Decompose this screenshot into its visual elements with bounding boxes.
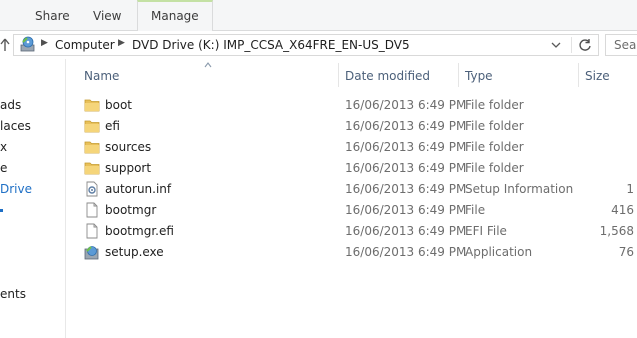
file-size: 1 — [626, 182, 634, 196]
dvd-drive-icon — [20, 36, 35, 52]
column-divider[interactable] — [338, 63, 339, 87]
file-row[interactable]: sources 16/06/2013 6:49 PM File folder — [66, 137, 637, 158]
column-headers: Name Date modified Type Size — [66, 62, 637, 88]
nav-item-dvd-drive[interactable]: Drive — [0, 180, 32, 198]
file-type: File — [465, 203, 486, 217]
sort-ascending-icon — [204, 62, 212, 68]
up-arrow-icon[interactable] — [0, 38, 10, 52]
file-name: efi — [105, 119, 120, 133]
file-name: support — [105, 161, 152, 175]
divider — [571, 37, 572, 53]
nav-item-e[interactable]: e — [0, 159, 7, 177]
file-row[interactable]: efi 16/06/2013 6:49 PM File folder — [66, 116, 637, 137]
file-row[interactable]: support 16/06/2013 6:49 PM File folder — [66, 158, 637, 179]
file-type: Application — [465, 245, 533, 259]
folder-icon — [84, 99, 100, 112]
breadcrumb-computer[interactable]: Computer — [55, 38, 115, 52]
column-header-size[interactable]: Size — [585, 62, 610, 88]
navigation-pane: ads laces x e Drive ents — [0, 59, 66, 338]
file-row[interactable]: boot 16/06/2013 6:49 PM File folder — [66, 95, 637, 116]
file-name: setup.exe — [105, 245, 164, 259]
file-row[interactable]: bootmgr.efi 16/06/2013 6:49 PM EFI File 1,5… — [66, 221, 637, 242]
file-name: boot — [105, 98, 133, 112]
file-name: sources — [105, 140, 152, 154]
file-name: bootmgr — [105, 203, 157, 217]
file-size: 416 — [611, 203, 634, 217]
folder-icon — [84, 120, 100, 133]
file-name: autorun.inf — [105, 182, 172, 196]
file-type: File folder — [465, 161, 524, 175]
folder-icon — [84, 141, 100, 154]
file-type: File folder — [465, 119, 524, 133]
breadcrumb-separator-icon[interactable]: ▶ — [41, 38, 48, 48]
file-date-modified: 16/06/2013 6:49 PM — [345, 245, 467, 259]
search-placeholder: Sear — [614, 38, 637, 52]
settings-file-icon — [86, 181, 98, 197]
tab-share[interactable]: Share — [35, 7, 70, 25]
file-date-modified: 16/06/2013 6:49 PM — [345, 119, 467, 133]
column-divider[interactable] — [578, 63, 579, 87]
column-header-type[interactable]: Type — [465, 62, 493, 88]
tab-manage-label: Manage — [151, 9, 199, 23]
file-type: Setup Information — [465, 182, 574, 196]
folder-icon — [84, 162, 100, 175]
file-row[interactable]: bootmgr 16/06/2013 6:49 PM File 416 — [66, 200, 637, 221]
refresh-icon[interactable] — [578, 38, 592, 52]
tab-manage[interactable]: Manage — [137, 0, 213, 31]
file-date-modified: 16/06/2013 6:49 PM — [345, 182, 467, 196]
file-icon — [86, 202, 98, 218]
file-name: bootmgr.efi — [105, 224, 174, 238]
chevron-down-icon[interactable] — [551, 40, 561, 50]
search-input[interactable]: Sear — [605, 34, 637, 56]
file-size: 1,568 — [599, 224, 634, 238]
breadcrumb-separator-icon[interactable]: ▶ — [118, 38, 125, 48]
nav-item-x[interactable]: x — [0, 138, 7, 156]
file-icon — [86, 223, 98, 239]
nav-item-downloads[interactable]: ads — [0, 96, 21, 114]
address-row: ▶ Computer ▶ DVD Drive (K:) IMP_CCSA_X64… — [0, 31, 637, 59]
file-type: File folder — [465, 140, 524, 154]
nav-item-recent-places[interactable]: laces — [0, 117, 31, 135]
address-bar[interactable]: ▶ Computer ▶ DVD Drive (K:) IMP_CCSA_X64… — [13, 34, 599, 56]
nav-item-documents[interactable]: ents — [0, 285, 26, 303]
tab-view[interactable]: View — [93, 7, 121, 25]
ribbon-tab-bar: Share View Manage — [0, 0, 637, 31]
file-date-modified: 16/06/2013 6:49 PM — [345, 140, 467, 154]
file-size: 76 — [618, 245, 634, 259]
file-date-modified: 16/06/2013 6:49 PM — [345, 224, 467, 238]
file-date-modified: 16/06/2013 6:49 PM — [345, 203, 467, 217]
file-date-modified: 16/06/2013 6:49 PM — [345, 98, 467, 112]
nav-indicator — [0, 209, 3, 212]
column-divider[interactable] — [458, 63, 459, 87]
file-date-modified: 16/06/2013 6:49 PM — [345, 161, 467, 175]
file-type: File folder — [465, 98, 524, 112]
breadcrumb-dvd-drive[interactable]: DVD Drive (K:) IMP_CCSA_X64FRE_EN-US_DV5 — [132, 38, 410, 52]
setup-app-icon — [84, 246, 99, 260]
column-header-date-modified[interactable]: Date modified — [345, 62, 430, 88]
file-type: EFI File — [465, 224, 507, 238]
file-row[interactable]: autorun.inf 16/06/2013 6:49 PM Setup Infor… — [66, 179, 637, 200]
column-header-name[interactable]: Name — [84, 62, 119, 88]
file-row[interactable]: setup.exe 16/06/2013 6:49 PM Application 76 — [66, 242, 637, 263]
